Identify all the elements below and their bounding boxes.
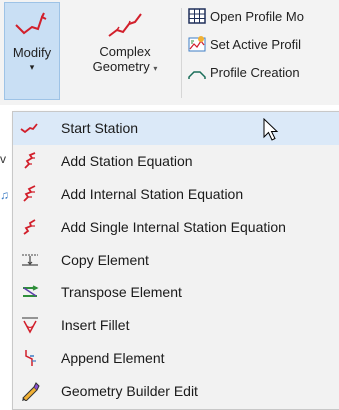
ribbon: Modify ▾ Complex Geometry ▾ Open Profile…	[0, 0, 339, 105]
complex-geometry-label-2-text: Geometry	[92, 59, 150, 74]
ribbon-side-items: Open Profile Mo Set Active Profil Profil…	[188, 4, 339, 88]
open-profile-model-label: Open Profile Mo	[210, 8, 304, 24]
add-single-internal-station-equation-icon	[19, 216, 41, 238]
append-element-icon	[19, 347, 41, 369]
menu-item-label: Start Station	[61, 120, 139, 137]
menu-item-insert-fillet[interactable]: Insert Fillet	[13, 309, 339, 342]
menu-item-label: Copy Element	[61, 251, 149, 268]
complex-geometry-button[interactable]: Complex Geometry ▾	[75, 2, 175, 100]
transpose-element-icon	[19, 281, 41, 303]
copy-element-icon	[19, 249, 41, 271]
modify-dropdown-arrow-icon: ▾	[29, 62, 35, 72]
menu-item-label: Append Element	[61, 349, 165, 366]
menu-item-copy-element[interactable]: Copy Element	[13, 243, 339, 276]
menu-item-transpose-element[interactable]: Transpose Element	[13, 276, 339, 309]
menu-item-label: Transpose Element	[61, 284, 182, 301]
left-edge-icon-fragment: ♫	[0, 188, 9, 202]
modify-icon	[15, 12, 47, 35]
mouse-cursor-icon	[263, 118, 279, 141]
profile-creation-label: Profile Creation	[210, 64, 300, 80]
menu-item-add-single-internal-station-equation[interactable]: Add Single Internal Station Equation	[13, 210, 339, 243]
menu-item-geometry-builder-edit[interactable]: Geometry Builder Edit	[13, 374, 339, 407]
complex-geometry-label-1: Complex	[99, 44, 151, 59]
menu-item-add-internal-station-equation[interactable]: Add Internal Station Equation	[13, 178, 339, 211]
complex-geometry-label-2: Geometry ▾	[75, 59, 175, 76]
menu-item-label: Add Internal Station Equation	[61, 185, 244, 202]
grid-table-icon	[188, 8, 206, 24]
ribbon-separator	[181, 8, 182, 98]
set-active-profile-label: Set Active Profil	[210, 36, 302, 52]
set-active-profile-button[interactable]: Set Active Profil	[188, 32, 339, 56]
menu-item-label: Add Single Internal Station Equation	[61, 218, 286, 235]
add-station-equation-icon	[19, 150, 41, 172]
complex-geometry-dropdown-arrow-icon: ▾	[153, 64, 158, 73]
open-profile-model-button[interactable]: Open Profile Mo	[188, 4, 339, 28]
add-internal-station-equation-icon	[19, 183, 41, 205]
menu-item-start-station[interactable]: Start Station	[13, 112, 339, 145]
insert-fillet-icon	[19, 314, 41, 336]
menu-item-label: Add Station Equation	[61, 153, 193, 170]
profile-creation-button[interactable]: Profile Creation	[188, 60, 339, 84]
set-active-profile-icon	[188, 36, 206, 52]
modify-dropdown-menu: Start Station Add Station Equation Add I…	[12, 111, 339, 410]
modify-label: Modify	[12, 45, 52, 60]
profile-creation-icon	[188, 71, 206, 79]
start-station-icon	[19, 117, 41, 139]
geometry-builder-edit-icon	[19, 380, 41, 402]
menu-item-append-element[interactable]: Append Element	[13, 342, 339, 375]
menu-item-label: Insert Fillet	[61, 317, 130, 334]
modify-button[interactable]: Modify ▾	[4, 2, 60, 100]
complex-geometry-icon	[108, 13, 142, 37]
menu-item-add-station-equation[interactable]: Add Station Equation	[13, 145, 339, 178]
left-edge-fragment: v	[0, 152, 6, 166]
menu-item-label: Geometry Builder Edit	[61, 382, 198, 399]
